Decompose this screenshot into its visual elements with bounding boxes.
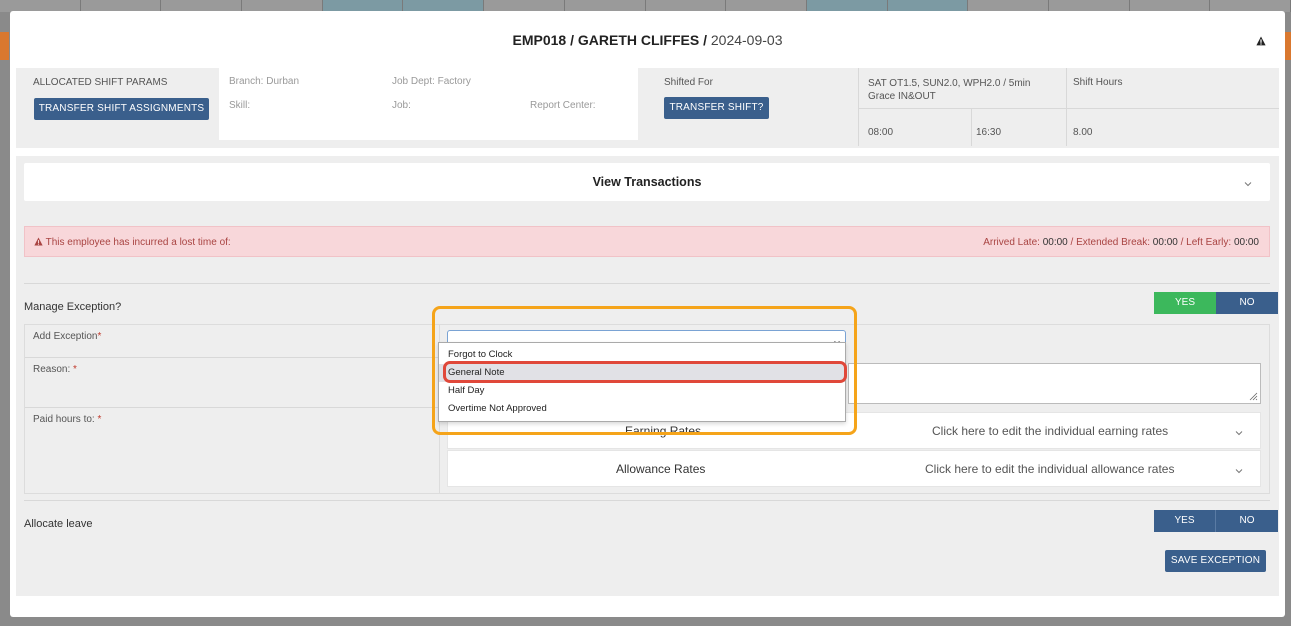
transfer-shift-assignments-button[interactable]: TRANSFER SHIFT ASSIGNMENTS (34, 98, 209, 120)
option-highlight-outline (443, 361, 847, 383)
allocate-leave-label: Allocate leave (24, 518, 93, 530)
transfer-shift-button[interactable]: TRANSFER SHIFT? (664, 97, 769, 119)
shift-params-panel: ALLOCATED SHIFT PARAMS TRANSFER SHIFT AS… (16, 68, 1279, 148)
left-early-value: 00:00 (1233, 237, 1259, 248)
allowance-rates-accordion[interactable]: Allowance Rates Click here to edit the i… (447, 450, 1261, 487)
view-transactions-accordion[interactable]: View Transactions (24, 163, 1270, 201)
reason-textarea[interactable] (848, 363, 1261, 404)
employee-title: EMP018 / GARETH CLIFFES / (512, 32, 707, 48)
required-mark: * (73, 364, 77, 375)
chevron-down-icon (1235, 431, 1243, 436)
form-divider (25, 407, 439, 408)
shifted-for-label: Shifted For (664, 77, 713, 88)
shift-rules-line1: SAT OT1.5, SUN2.0, WPH2.0 / 5min (868, 78, 1031, 89)
modal-header: EMP018 / GARETH CLIFFES / 2024-09-03 (10, 11, 1285, 68)
params-divider (858, 68, 859, 146)
extended-break-value: 00:00 (1152, 237, 1178, 248)
shift-hours-value: 8.00 (1073, 127, 1093, 138)
allowance-rates-title: Allowance Rates (616, 462, 706, 476)
params-divider (1066, 68, 1067, 146)
manage-exception-yes[interactable]: YES (1154, 292, 1216, 314)
warning-icon[interactable] (1256, 36, 1266, 46)
warning-icon (34, 237, 43, 246)
save-exception-button[interactable]: SAVE EXCEPTION (1165, 550, 1266, 572)
allocated-shift-params-label: ALLOCATED SHIFT PARAMS (33, 77, 168, 88)
view-transactions-label: View Transactions (592, 175, 702, 189)
manage-exception-label: Manage Exception? (24, 301, 122, 313)
resize-handle-icon[interactable] (1249, 392, 1258, 401)
chevron-down-icon (1235, 469, 1243, 474)
allocate-leave-toggle: YES NO (1154, 510, 1278, 532)
background-side-tab-left (0, 32, 9, 60)
params-divider (971, 109, 972, 146)
earning-rates-hint: Click here to edit the individual earnin… (932, 424, 1169, 438)
divider (24, 283, 1270, 284)
shift-rules-line2: Grace IN&OUT (868, 91, 936, 102)
job-value: Job: (392, 100, 411, 111)
manage-exception-toggle: YES NO (1154, 292, 1278, 314)
required-mark: * (97, 331, 102, 342)
shift-rules: SAT OT1.5, SUN2.0, WPH2.0 / 5min Grace I… (868, 77, 1030, 103)
shift-end-time: 16:30 (976, 127, 1002, 138)
modal-title: EMP018 / GARETH CLIFFES / 2024-09-03 (10, 32, 1285, 48)
left-early-label: / Left Early: (1180, 237, 1232, 248)
job-dept-value: Job Dept: Factory (392, 76, 471, 87)
lost-time-message: This employee has incurred a lost time o… (34, 237, 231, 248)
chevron-down-icon (1244, 182, 1252, 187)
shift-start-time: 08:00 (868, 127, 894, 138)
background-side-tab-right (1285, 32, 1291, 60)
skill-value: Skill: (229, 100, 251, 111)
report-center-value: Report Center: (530, 100, 596, 111)
params-divider (858, 108, 1279, 109)
lost-time-text: This employee has incurred a lost time o… (45, 237, 231, 248)
allocate-leave-yes[interactable]: YES (1154, 510, 1216, 532)
arrived-late-label: Arrived Late: (983, 237, 1040, 248)
extended-break-label: / Extended Break: (1070, 237, 1151, 248)
required-mark: * (97, 414, 102, 425)
paid-hours-label: Paid hours to: * (33, 414, 101, 425)
job-info-box: Branch: Durban Job Dept: Factory Skill: … (219, 68, 638, 140)
reason-label: Reason: * (33, 364, 77, 375)
arrived-late-value: 00:00 (1042, 237, 1068, 248)
title-date: 2024-09-03 (710, 32, 783, 48)
reason-text: Reason: (33, 364, 71, 375)
form-divider (25, 357, 439, 358)
lost-time-summary: Arrived Late: 00:00 / Extended Break: 00… (983, 237, 1259, 248)
shift-hours-label: Shift Hours (1073, 77, 1123, 88)
manage-exception-no[interactable]: NO (1216, 292, 1278, 314)
lost-time-alert: This employee has incurred a lost time o… (24, 226, 1270, 257)
branch-value: Branch: Durban (229, 76, 300, 87)
divider (24, 500, 1270, 501)
allowance-rates-hint: Click here to edit the individual allowa… (925, 462, 1175, 476)
allocate-leave-no[interactable]: NO (1216, 510, 1278, 532)
add-exception-text: Add Exception (33, 331, 98, 342)
paid-hours-text: Paid hours to: (33, 414, 95, 425)
add-exception-label: Add Exception* (33, 331, 101, 342)
